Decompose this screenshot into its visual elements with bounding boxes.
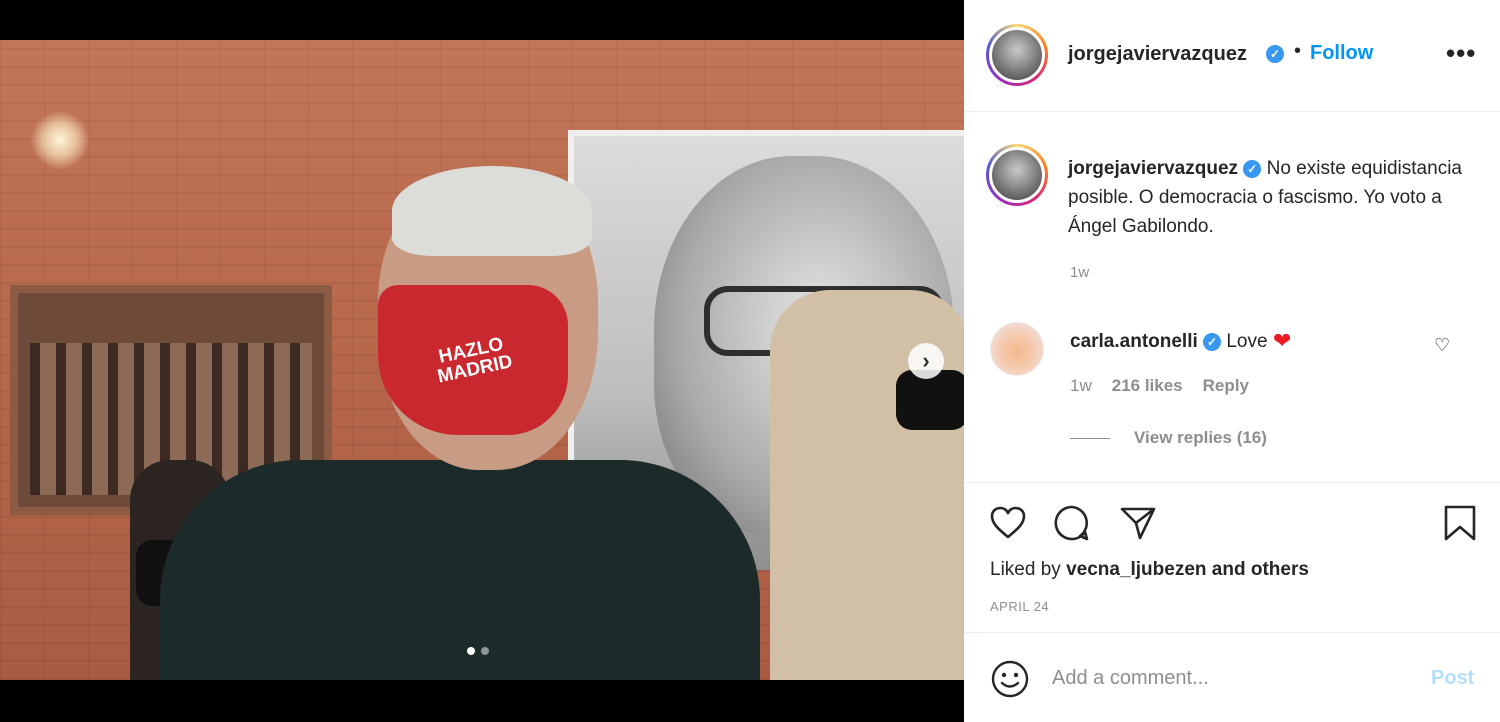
- share-icon[interactable]: [1118, 503, 1158, 543]
- next-slide-button[interactable]: ›: [908, 343, 944, 379]
- comment-like-icon[interactable]: ♡: [1434, 335, 1450, 356]
- post-media[interactable]: HAZLO MADRID ›: [0, 40, 964, 680]
- view-replies-line: [1070, 437, 1110, 439]
- photo-face-mask: HAZLO MADRID: [378, 285, 568, 435]
- caption-text: jorgejaviervazquez ✓ No existe equidista…: [1068, 154, 1478, 241]
- add-comment-bar: Post: [964, 632, 1500, 722]
- post-comment-button[interactable]: Post: [1431, 667, 1474, 690]
- post-header: jorgejaviervazquez ✓ • Follow •••: [964, 0, 1500, 112]
- slide-dot-active: [467, 647, 475, 655]
- commenter-username[interactable]: carla.antonelli: [1070, 331, 1198, 352]
- view-replies-label: View replies (16): [1134, 428, 1267, 447]
- photo-man-hair: [392, 166, 592, 256]
- photo-lamp: [30, 110, 90, 170]
- caption-timestamp[interactable]: 1w: [1070, 264, 1089, 281]
- mask-text: HAZLO MADRID: [435, 333, 515, 388]
- comment-likes[interactable]: 216 likes: [1112, 376, 1183, 396]
- comment-icon[interactable]: [1052, 503, 1092, 543]
- commenter-avatar[interactable]: [990, 322, 1044, 376]
- photo-man-body: [160, 460, 760, 680]
- comment-body: Love: [1226, 331, 1268, 352]
- comment-meta: 1w 216 likes Reply: [1070, 376, 1249, 396]
- post-date[interactable]: APRIL 24: [990, 599, 1049, 614]
- liked-by-prefix: Liked by: [990, 559, 1061, 580]
- author-username[interactable]: jorgejaviervazquez: [1068, 43, 1247, 66]
- caption-avatar[interactable]: [986, 144, 1048, 206]
- header-separator: •: [1294, 40, 1302, 62]
- heart-icon[interactable]: [988, 503, 1028, 543]
- post-side-panel: jorgejaviervazquez ✓ • Follow ••• jorgej…: [964, 0, 1500, 722]
- more-options-icon[interactable]: •••: [1446, 40, 1476, 66]
- emoji-icon[interactable]: [990, 659, 1030, 699]
- reply-button[interactable]: Reply: [1203, 376, 1249, 396]
- bookmark-icon[interactable]: [1440, 503, 1480, 543]
- view-replies-button[interactable]: View replies (16): [1070, 428, 1267, 448]
- red-heart-emoji-icon: ❤: [1272, 328, 1292, 353]
- follow-button[interactable]: Follow: [1310, 42, 1373, 65]
- comment-text: carla.antonelli ✓ Love ❤: [1070, 328, 1291, 354]
- caption-username[interactable]: jorgejaviervazquez: [1068, 158, 1238, 179]
- caption-verified-badge-icon: ✓: [1243, 159, 1262, 178]
- comment-input[interactable]: [1052, 663, 1392, 693]
- slide-indicator: [467, 647, 489, 655]
- post-actions: Liked by vecna_ljubezen and others APRIL…: [964, 482, 1500, 632]
- slide-dot: [481, 647, 489, 655]
- author-avatar[interactable]: [986, 24, 1048, 86]
- liked-by-others[interactable]: and others: [1212, 559, 1309, 580]
- liked-by-line: Liked by vecna_ljubezen and others: [990, 559, 1309, 581]
- verified-badge-icon: ✓: [1266, 45, 1284, 63]
- comment-timestamp[interactable]: 1w: [1070, 376, 1092, 396]
- commenter-verified-badge-icon: ✓: [1203, 332, 1222, 351]
- liked-by-user[interactable]: vecna_ljubezen: [1066, 559, 1206, 580]
